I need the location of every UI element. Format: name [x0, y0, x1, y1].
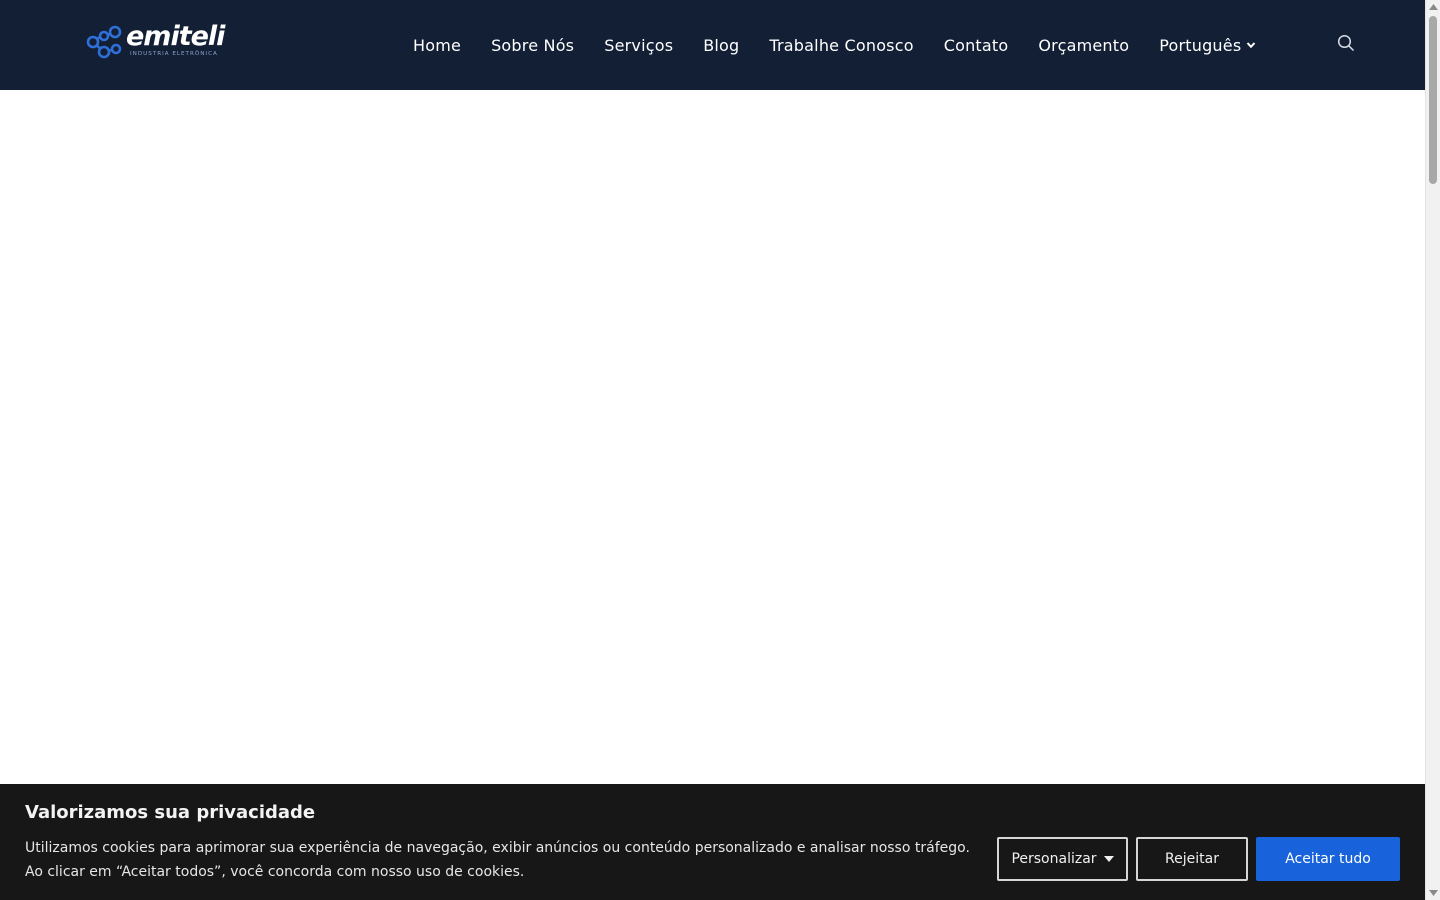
- nav-item-orcamento[interactable]: Orçamento: [1023, 0, 1144, 90]
- language-label: Português: [1159, 35, 1242, 55]
- chevron-down-icon: [1247, 42, 1256, 49]
- customize-button-label: Personalizar: [1011, 851, 1097, 867]
- cookie-banner-text: Utilizamos cookies para aprimorar sua ex…: [25, 836, 985, 884]
- logo-mark-icon: [86, 25, 122, 59]
- logo-wordmark: emiteli INDUSTRIA ELETRÔNICA: [126, 21, 238, 62]
- scroll-down-arrow-icon[interactable]: [1426, 886, 1440, 900]
- search-icon: [1337, 34, 1355, 52]
- logo[interactable]: emiteli INDUSTRIA ELETRÔNICA: [84, 21, 239, 62]
- logo-name: emiteli: [126, 21, 225, 52]
- customize-button[interactable]: Personalizar: [997, 837, 1128, 881]
- nav-item-contato[interactable]: Contato: [929, 0, 1024, 90]
- cookie-banner-text-line2: Ao clicar em “Aceitar todos”, você conco…: [25, 864, 525, 880]
- page-content: [0, 90, 1425, 784]
- accept-all-button[interactable]: Aceitar tudo: [1256, 837, 1400, 881]
- caret-down-icon: [1103, 856, 1114, 862]
- cookie-banner-title: Valorizamos sua privacidade: [25, 802, 316, 823]
- nav-item-servicos[interactable]: Serviços: [589, 0, 688, 90]
- cookie-banner-text-line1: Utilizamos cookies para aprimorar sua ex…: [25, 840, 970, 856]
- nav-item-blog[interactable]: Blog: [688, 0, 754, 90]
- search-button[interactable]: [1333, 30, 1359, 56]
- nav-item-sobre-nos[interactable]: Sobre Nós: [476, 0, 589, 90]
- nav-item-trabalhe-conosco[interactable]: Trabalhe Conosco: [754, 0, 928, 90]
- logo-tagline: INDUSTRIA ELETRÔNICA: [130, 51, 218, 57]
- nav-item-home[interactable]: Home: [398, 0, 476, 90]
- page-scrollbar[interactable]: [1425, 0, 1440, 900]
- main-nav: Home Sobre Nós Serviços Blog Trabalhe Co…: [398, 0, 1271, 90]
- scrollbar-thumb[interactable]: [1429, 16, 1437, 184]
- reject-button[interactable]: Rejeitar: [1136, 837, 1248, 881]
- scroll-up-arrow-icon[interactable]: [1426, 0, 1440, 14]
- cookie-consent-banner: Valorizamos sua privacidade Utilizamos c…: [0, 784, 1425, 900]
- language-selector[interactable]: Português: [1144, 0, 1271, 90]
- site-header: emiteli INDUSTRIA ELETRÔNICA Home Sobre …: [0, 0, 1425, 90]
